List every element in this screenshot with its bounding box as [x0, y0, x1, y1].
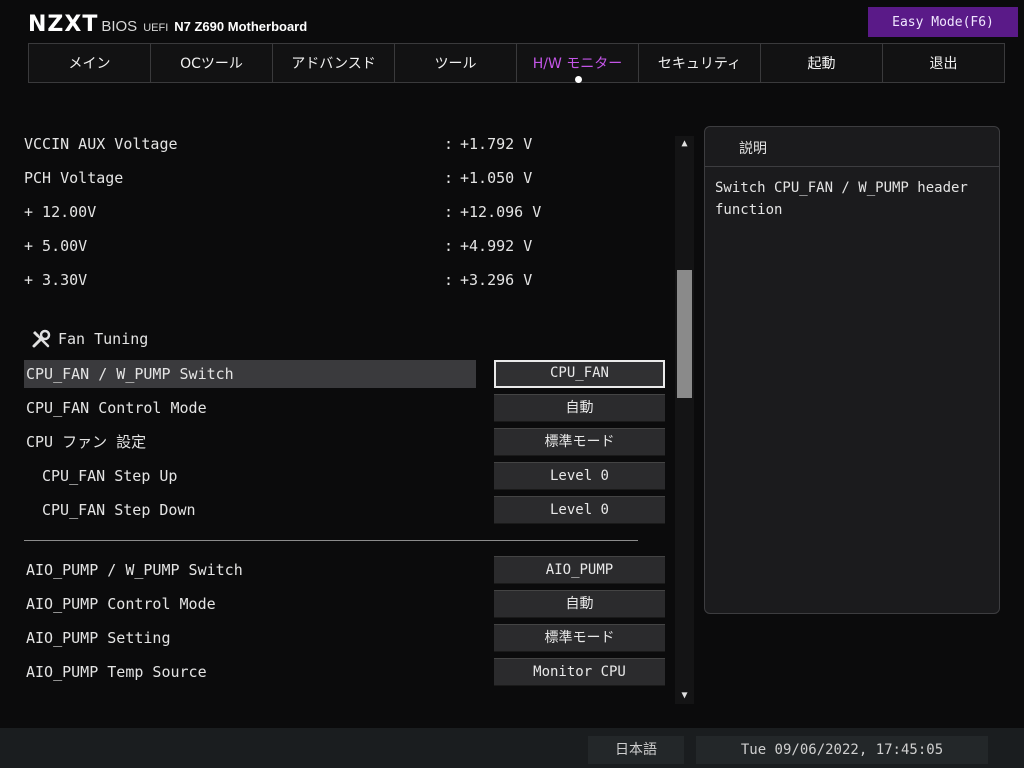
setting-value-button[interactable]: Monitor CPU — [494, 658, 665, 686]
tab-hw-monitor[interactable]: H/W モニター — [516, 43, 639, 83]
setting-value-button[interactable]: 自動 — [494, 590, 665, 618]
tab-security[interactable]: セキュリティ — [638, 43, 761, 83]
tab-tools[interactable]: ツール — [394, 43, 517, 83]
voltage-row: + 3.30V : +3.296 V — [24, 266, 668, 294]
setting-label: CPU_FAN Step Up — [42, 467, 178, 485]
setting-value-button[interactable]: 自動 — [494, 394, 665, 422]
help-panel: 説明 Switch CPU_FAN / W_PUMP header functi… — [704, 126, 1000, 614]
divider — [24, 540, 638, 541]
setting-row[interactable]: CPU_FAN Step Up Level 0 — [24, 462, 668, 490]
brand-uefi: UEFI — [143, 22, 169, 34]
tab-main[interactable]: メイン — [28, 43, 151, 83]
separator: : — [444, 271, 454, 289]
voltage-label: VCCIN AUX Voltage — [24, 135, 178, 153]
section-title: Fan Tuning — [58, 330, 149, 348]
language-selector[interactable]: 日本語 — [588, 736, 684, 764]
datetime-display: Tue 09/06/2022, 17:45:05 — [696, 736, 988, 764]
wrench-screwdriver-icon — [32, 329, 51, 348]
main-tabs: メイン OCツール アドバンスド ツール H/W モニター セキュリティ 起動 … — [28, 43, 1005, 85]
setting-value-button[interactable]: 標準モード — [494, 624, 665, 652]
scroll-down-arrow-icon[interactable]: ▼ — [675, 688, 694, 704]
separator: : — [444, 203, 454, 221]
setting-label: CPU_FAN / W_PUMP Switch — [24, 360, 476, 388]
help-title: 説明 — [705, 127, 999, 167]
voltage-row: + 5.00V : +4.992 V — [24, 232, 668, 260]
setting-label: AIO_PUMP / W_PUMP Switch — [26, 561, 243, 579]
setting-row[interactable]: AIO_PUMP Temp Source Monitor CPU — [24, 658, 668, 686]
voltage-row: VCCIN AUX Voltage : +1.792 V — [24, 130, 668, 158]
tab-boot[interactable]: 起動 — [760, 43, 883, 83]
scrollbar[interactable]: ▲ ▼ — [675, 136, 694, 704]
voltage-value: +1.792 V — [460, 135, 533, 153]
voltage-value: +12.096 V — [460, 203, 542, 221]
scroll-thumb[interactable] — [677, 270, 692, 398]
scroll-up-arrow-icon[interactable]: ▲ — [675, 136, 694, 152]
brand: NZXT BIOS UEFI N7 Z690 Motherboard — [28, 12, 307, 40]
tab-exit[interactable]: 退出 — [882, 43, 1005, 83]
brand-model: N7 Z690 Motherboard — [174, 19, 308, 34]
setting-value-button[interactable]: CPU_FAN — [494, 360, 665, 388]
separator: : — [444, 237, 454, 255]
settings-panel: VCCIN AUX Voltage : +1.792 V PCH Voltage… — [0, 126, 672, 706]
footer: 日本語 Tue 09/06/2022, 17:45:05 — [0, 728, 1024, 768]
setting-label: AIO_PUMP Control Mode — [26, 595, 216, 613]
setting-row[interactable]: AIO_PUMP Control Mode 自動 — [24, 590, 668, 618]
voltage-row: PCH Voltage : +1.050 V — [24, 164, 668, 192]
active-tab-indicator — [574, 76, 582, 83]
setting-label: CPU ファン 設定 — [26, 433, 147, 451]
voltage-label: + 5.00V — [24, 237, 88, 255]
setting-label: CPU_FAN Step Down — [42, 501, 196, 519]
header: NZXT BIOS UEFI N7 Z690 Motherboard Easy … — [0, 0, 1024, 44]
setting-value-button[interactable]: Level 0 — [494, 496, 665, 524]
setting-label: AIO_PUMP Setting — [26, 629, 171, 647]
setting-value-button[interactable]: 標準モード — [494, 428, 665, 456]
voltage-label: PCH Voltage — [24, 169, 124, 187]
help-text: Switch CPU_FAN / W_PUMP header function — [715, 180, 968, 218]
voltage-label: + 3.30V — [24, 271, 88, 289]
tab-advanced[interactable]: アドバンスド — [272, 43, 395, 83]
setting-row[interactable]: AIO_PUMP / W_PUMP Switch AIO_PUMP — [24, 556, 668, 584]
setting-row[interactable]: CPU_FAN / W_PUMP Switch CPU_FAN — [24, 360, 668, 388]
setting-label: AIO_PUMP Temp Source — [26, 663, 207, 681]
separator: : — [444, 135, 454, 153]
fan-tuning-section: Fan Tuning — [30, 326, 148, 352]
setting-row[interactable]: CPU ファン 設定 標準モード — [24, 428, 668, 456]
voltage-value: +3.296 V — [460, 271, 533, 289]
setting-row[interactable]: CPU_FAN Step Down Level 0 — [24, 496, 668, 524]
voltage-value: +1.050 V — [460, 169, 533, 187]
setting-value-button[interactable]: AIO_PUMP — [494, 556, 665, 584]
brand-bios: BIOS — [101, 18, 138, 35]
setting-value-button[interactable]: Level 0 — [494, 462, 665, 490]
brand-logo: NZXT — [28, 12, 99, 37]
tab-hw-monitor-label: H/W モニター — [532, 56, 623, 72]
voltage-row: + 12.00V : +12.096 V — [24, 198, 668, 226]
easy-mode-button[interactable]: Easy Mode(F6) — [868, 7, 1018, 37]
setting-label: CPU_FAN Control Mode — [26, 399, 207, 417]
setting-row[interactable]: CPU_FAN Control Mode 自動 — [24, 394, 668, 422]
separator: : — [444, 169, 454, 187]
setting-row[interactable]: AIO_PUMP Setting 標準モード — [24, 624, 668, 652]
voltage-label: + 12.00V — [24, 203, 97, 221]
voltage-value: +4.992 V — [460, 237, 533, 255]
tab-oc-tools[interactable]: OCツール — [150, 43, 273, 83]
